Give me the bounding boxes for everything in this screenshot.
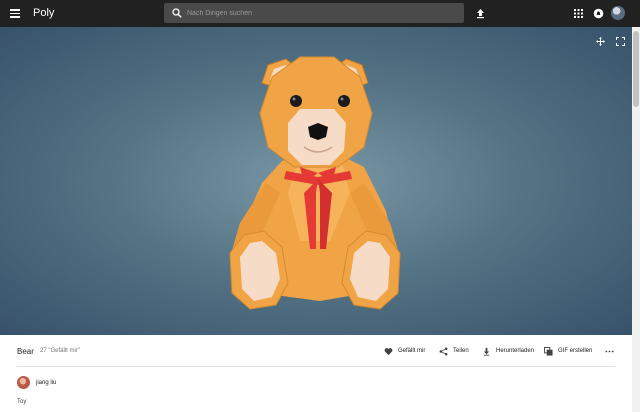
model-info-panel: Bear 27 "Gefällt mir" Gefällt mir Teilen…	[0, 335, 632, 412]
apps-grid-icon[interactable]	[573, 8, 584, 19]
gif-icon	[544, 346, 553, 356]
bear-model[interactable]	[200, 43, 430, 313]
gif-button[interactable]: GIF erstellen	[544, 344, 592, 358]
download-button[interactable]: Herunterladen	[482, 344, 534, 358]
top-app-bar: Poly	[0, 0, 640, 27]
like-label: Gefällt mir	[398, 348, 426, 354]
notifications-icon[interactable]	[593, 8, 604, 19]
app-logo[interactable]: Poly	[33, 7, 54, 19]
page-scrollbar[interactable]	[632, 27, 640, 412]
more-horiz-icon	[605, 350, 614, 352]
gif-label: GIF erstellen	[558, 348, 593, 354]
model-description: Toy	[17, 399, 27, 405]
scrollbar-thumb[interactable]	[633, 31, 639, 107]
download-icon	[483, 347, 490, 356]
menu-icon[interactable]	[9, 7, 21, 19]
like-button[interactable]: Gefällt mir	[384, 344, 425, 358]
divider	[17, 366, 615, 367]
more-options-button[interactable]	[605, 344, 619, 358]
model-title: Bear	[17, 347, 34, 356]
fullscreen-icon[interactable]	[616, 37, 625, 46]
user-avatar[interactable]	[611, 6, 625, 20]
model-viewer[interactable]	[0, 27, 632, 335]
like-count: 27 "Gefällt mir"	[40, 348, 80, 354]
download-label: Herunterladen	[496, 348, 535, 354]
upload-icon[interactable]	[475, 8, 486, 19]
author-name[interactable]: jiang liu	[36, 380, 56, 386]
move-icon[interactable]	[596, 37, 605, 46]
share-icon	[439, 347, 448, 355]
author-avatar[interactable]	[17, 376, 30, 389]
heart-icon	[384, 347, 393, 355]
search-bar[interactable]	[164, 3, 464, 23]
share-button[interactable]: Teilen	[439, 344, 469, 358]
search-input[interactable]	[187, 4, 447, 22]
share-label: Teilen	[453, 348, 469, 354]
search-icon	[172, 8, 182, 18]
